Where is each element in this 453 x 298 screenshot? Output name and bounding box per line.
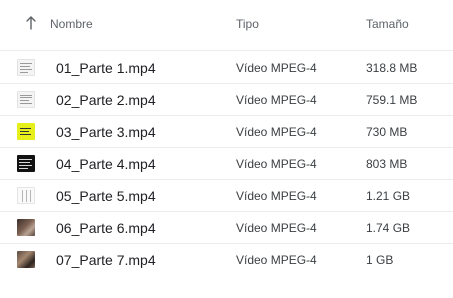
file-size: 1.21 GB — [366, 189, 411, 203]
file-list-header: Nombre Tipo Tamaño — [0, 0, 453, 51]
file-row[interactable]: 07_Parte 7.mp4 Vídeo MPEG-4 1 GB — [0, 244, 453, 275]
video-thumbnail — [17, 155, 35, 172]
file-row[interactable]: 01_Parte 1.mp4 Vídeo MPEG-4 318.8 MB — [0, 52, 453, 84]
video-thumbnail — [17, 219, 35, 236]
file-name: 01_Parte 1.mp4 — [56, 60, 156, 76]
file-size: 1 GB — [366, 253, 394, 267]
file-name: 04_Parte 4.mp4 — [56, 156, 156, 172]
file-row[interactable]: 05_Parte 5.mp4 Vídeo MPEG-4 1.21 GB — [0, 180, 453, 212]
file-row[interactable]: 06_Parte 6.mp4 Vídeo MPEG-4 1.74 GB — [0, 212, 453, 244]
file-type: Vídeo MPEG-4 — [236, 157, 317, 171]
file-row[interactable]: 03_Parte 3.mp4 Vídeo MPEG-4 730 MB — [0, 116, 453, 148]
file-name: 06_Parte 6.mp4 — [56, 220, 156, 236]
file-row[interactable]: 02_Parte 2.mp4 Vídeo MPEG-4 759.1 MB — [0, 84, 453, 116]
file-size: 759.1 MB — [366, 93, 418, 107]
video-thumbnail — [17, 59, 35, 76]
column-header-name[interactable]: Nombre — [50, 17, 93, 31]
file-name: 02_Parte 2.mp4 — [56, 92, 156, 108]
video-thumbnail — [17, 251, 35, 268]
file-name: 07_Parte 7.mp4 — [56, 252, 156, 268]
video-thumbnail — [17, 187, 35, 204]
file-name: 03_Parte 3.mp4 — [56, 124, 156, 140]
file-type: Vídeo MPEG-4 — [236, 93, 317, 107]
video-thumbnail — [17, 91, 35, 108]
file-size: 803 MB — [366, 157, 408, 171]
column-header-type[interactable]: Tipo — [236, 17, 259, 31]
file-size: 1.74 GB — [366, 221, 411, 235]
video-thumbnail — [17, 123, 35, 140]
file-type: Vídeo MPEG-4 — [236, 189, 317, 203]
file-type: Vídeo MPEG-4 — [236, 125, 317, 139]
file-size: 318.8 MB — [366, 61, 418, 75]
file-type: Vídeo MPEG-4 — [236, 221, 317, 235]
file-size: 730 MB — [366, 125, 408, 139]
arrow-up-icon[interactable] — [24, 14, 38, 32]
file-type: Vídeo MPEG-4 — [236, 61, 317, 75]
column-header-size[interactable]: Tamaño — [366, 17, 409, 31]
file-type: Vídeo MPEG-4 — [236, 253, 317, 267]
file-name: 05_Parte 5.mp4 — [56, 188, 156, 204]
file-list: 01_Parte 1.mp4 Vídeo MPEG-4 318.8 MB 02_… — [0, 52, 453, 275]
file-row[interactable]: 04_Parte 4.mp4 Vídeo MPEG-4 803 MB — [0, 148, 453, 180]
